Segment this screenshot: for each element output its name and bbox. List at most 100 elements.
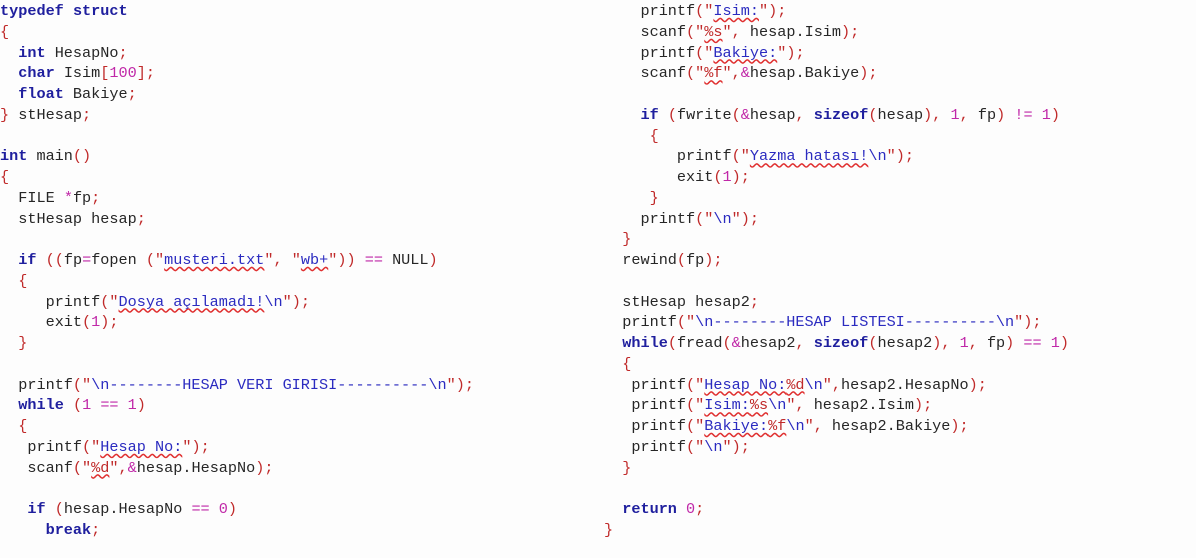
code-token-paren: ( [667, 105, 677, 124]
code-token-plain: printf [631, 375, 687, 394]
code-token-punct: ; [264, 458, 274, 477]
code-token-amp: & [740, 105, 750, 124]
code-token-paren: (( [45, 251, 64, 269]
code-token-str: Bakiye: [713, 43, 778, 62]
code-token-punct: ; [200, 437, 210, 456]
code-token-quote: " [82, 458, 92, 477]
code-token-paren: )) [337, 251, 356, 269]
code-token-paren: ) [1059, 334, 1070, 352]
code-token-plain: printf [631, 396, 687, 415]
code-token-brace: } [622, 230, 632, 249]
code-token-plain: stHesap [9, 105, 83, 124]
code-token-punct: , [831, 375, 842, 394]
code-token-punct: , [959, 105, 969, 124]
code-token-punct: ; [923, 396, 933, 415]
code-token-plain: hesap2.HesapNo [841, 375, 969, 394]
code-token-str: Hesap No: [100, 437, 183, 456]
code-token-op: != [1014, 105, 1033, 124]
code-token-paren: ( [676, 313, 687, 332]
code-token-paren: ( [82, 313, 92, 332]
code-line: { [0, 416, 590, 437]
code-token-quote: " [804, 417, 814, 435]
code-token-plain: printf [640, 43, 696, 62]
code-line: int HesapNo; [0, 43, 590, 64]
code-token-quote: " [1014, 313, 1024, 332]
code-token-quote: " [722, 22, 732, 41]
code-token-punct: , [731, 22, 741, 41]
code-listing-page: typedef struct{ int HesapNo; char Isim[1… [0, 0, 1196, 558]
code-token-esc: \n [768, 396, 787, 415]
code-token-esc: \n [704, 437, 723, 456]
code-token-num: 1 [722, 168, 732, 186]
code-token-quote: " [91, 437, 101, 456]
code-token-paren: ) [950, 417, 960, 435]
right-code-column: printf("Isim:"); scanf("%s", hesap.Isim)… [604, 1, 1196, 541]
code-token-str: musteri.txt [164, 251, 265, 269]
code-token-fmt: %f [768, 417, 787, 435]
code-token-quote: " [695, 22, 705, 41]
code-token-num: 1 [1041, 105, 1051, 124]
code-line: while(fread(&hesap2, sizeof(hesap2), 1, … [604, 333, 1196, 354]
code-token-punct: ; [740, 437, 750, 456]
code-token-op: == [100, 396, 119, 415]
code-token-quote: " [740, 147, 750, 166]
code-line: printf("Bakiye:%f\n", hesap2.Bakiye); [604, 416, 1196, 437]
code-token-fmt: %f [704, 64, 723, 83]
code-token-plain: hesap [749, 105, 796, 124]
code-line: stHesap hesap; [0, 209, 590, 230]
code-token-punct: ; [464, 375, 474, 394]
code-token-plain: hesap.HesapNo [136, 458, 256, 477]
code-token-kw: if [640, 105, 659, 124]
code-token-plain: hesap.HesapNo [63, 500, 192, 518]
code-token-punct: ; [777, 2, 787, 20]
code-token-paren: ( [868, 334, 878, 352]
code-token-brace: { [0, 22, 10, 41]
code-token-esc: \n [264, 292, 283, 311]
code-token-plain: printf [45, 292, 101, 311]
code-token-num: 1 [1050, 334, 1060, 352]
code-line: printf("\n"); [604, 437, 1196, 458]
code-token-kw: while [622, 334, 668, 352]
code-line: { [0, 22, 590, 43]
code-token-punct: ] [136, 64, 146, 83]
code-line: char Isim[100]; [0, 63, 590, 84]
code-token-kw: if [27, 500, 46, 518]
code-token-paren: ) [913, 396, 924, 415]
code-token-esc: \n [804, 375, 823, 394]
code-token-fmt: %d [91, 458, 110, 477]
code-token-plain: printf [18, 375, 73, 394]
code-token-brace: } [18, 334, 28, 352]
code-token-paren: ( [731, 147, 741, 166]
code-token-plain: scanf [640, 64, 687, 83]
code-token-type: int [18, 43, 46, 62]
code-token-paren: ) [731, 437, 741, 456]
code-token-str: Bakiye: [704, 417, 769, 435]
